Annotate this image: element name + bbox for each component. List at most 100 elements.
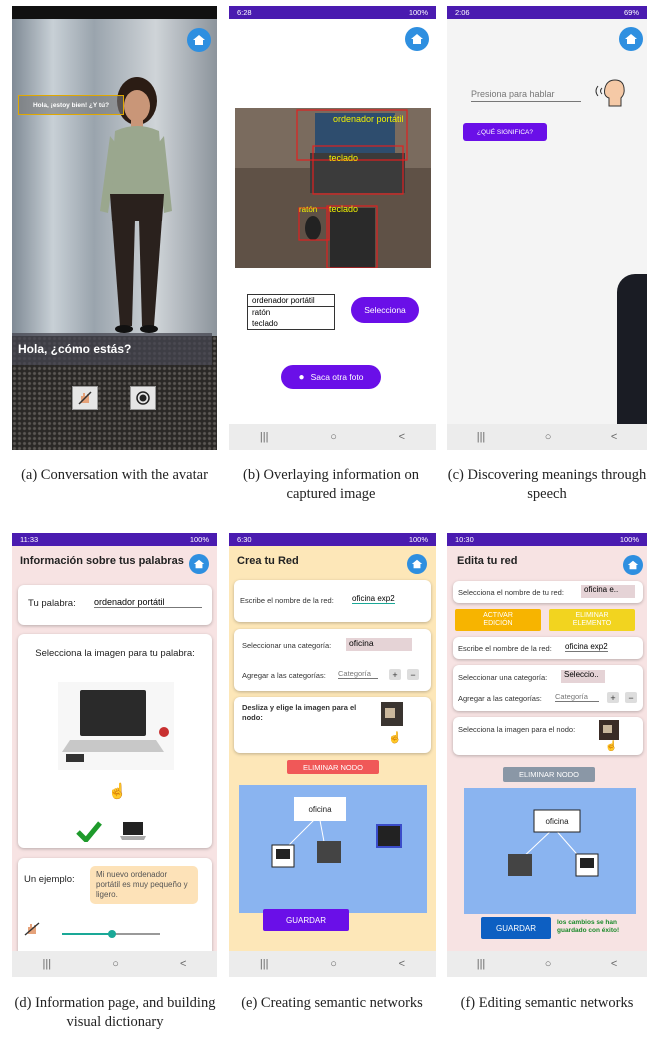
- save-button[interactable]: GUARDAR: [263, 909, 349, 931]
- delete-node-button[interactable]: ELIMINAR NODO: [287, 760, 379, 774]
- label-mouse: ratón: [299, 205, 317, 214]
- home-nav-icon[interactable]: ○: [545, 958, 552, 970]
- add-category-button[interactable]: +: [607, 692, 619, 703]
- checkmark-icon: [76, 821, 102, 842]
- back-icon[interactable]: <: [399, 431, 405, 443]
- network-name-input[interactable]: oficina exp2: [352, 594, 395, 604]
- remove-category-button[interactable]: −: [407, 669, 419, 680]
- avatar-speech-bubble: Hola, ¡estoy bien! ¿Y tú?: [18, 95, 124, 115]
- list-item[interactable]: teclado: [248, 318, 334, 329]
- home-button[interactable]: [623, 555, 643, 575]
- home-nav-icon[interactable]: ○: [330, 958, 337, 970]
- category-select[interactable]: Seleccio..: [561, 670, 605, 683]
- selected-laptop-thumbnail: [120, 822, 146, 840]
- status-battery: 100%: [619, 535, 639, 544]
- recent-apps-icon[interactable]: |||: [260, 431, 269, 443]
- phone-f: 10:30 100% Edita tu red Selecciona el nom…: [447, 533, 647, 977]
- android-nav-bar: ||| ○ <: [447, 951, 647, 977]
- word-card: Tu palabra: ordenador portátil: [18, 585, 212, 625]
- home-button[interactable]: [405, 27, 429, 51]
- status-time: 2:06: [455, 8, 470, 17]
- tap-hand-icon[interactable]: ☝: [108, 782, 127, 800]
- category-label: Seleccionar una categoría:: [242, 641, 332, 650]
- word-label: Tu palabra:: [28, 598, 76, 609]
- speaking-head-icon[interactable]: [593, 78, 627, 108]
- back-icon[interactable]: <: [180, 958, 186, 970]
- select-button[interactable]: Selecciona: [351, 297, 419, 323]
- node-image-card: Desliza y elige la imagen para el nodo: …: [234, 697, 431, 753]
- android-nav-bar: ||| ○ <: [447, 424, 647, 450]
- take-photo-label: Saca otra foto: [310, 372, 364, 382]
- label-keyboard: teclado: [329, 153, 358, 163]
- camera-icon: ●: [298, 371, 305, 383]
- category-card: Seleccionar una categoría: Seleccio.. Ag…: [453, 665, 643, 711]
- home-nav-icon[interactable]: ○: [545, 431, 552, 443]
- save-button[interactable]: GUARDAR: [481, 917, 551, 939]
- tap-hand-icon[interactable]: ☝: [605, 741, 617, 752]
- word-input[interactable]: ordenador portátil: [94, 597, 202, 608]
- phone-e: 6:30 100% Crea tu Red Escribe el nombre d…: [229, 533, 436, 977]
- image-prompt: Selecciona la imagen para tu palabra:: [35, 648, 195, 659]
- node-office-photo[interactable]: [317, 841, 341, 863]
- label-keyboard-2: teclado: [329, 204, 358, 214]
- back-icon[interactable]: <: [399, 958, 405, 970]
- meaning-button[interactable]: ¿QUÉ SIGNIFICA?: [463, 123, 547, 141]
- node-image-thumbnail[interactable]: [599, 720, 619, 740]
- mute-hand-icon[interactable]: [24, 922, 40, 936]
- recent-apps-icon[interactable]: |||: [260, 958, 269, 970]
- activate-edit-button[interactable]: ACTIVAR EDICIÓN: [455, 609, 541, 631]
- list-item[interactable]: ordenador portátil: [248, 295, 334, 307]
- home-nav-icon[interactable]: ○: [330, 431, 337, 443]
- remove-category-button[interactable]: −: [625, 692, 637, 703]
- home-button[interactable]: [619, 27, 643, 51]
- network-name-card: Escribe el nombre de la red: oficina exp…: [453, 637, 643, 659]
- category-label: Seleccionar una categoría:: [458, 673, 548, 682]
- save-success-message: los cambios se han guardado con éxito!: [557, 919, 620, 934]
- list-item[interactable]: ratón: [248, 307, 334, 318]
- delete-element-button[interactable]: ELIMINAR ELEMENTO: [549, 609, 635, 631]
- status-time: 11:33: [20, 535, 39, 544]
- laptop-image[interactable]: [58, 682, 174, 770]
- central-node-label: oficina: [308, 805, 332, 814]
- recent-apps-icon[interactable]: |||: [477, 958, 486, 970]
- home-button[interactable]: [189, 554, 209, 574]
- tap-hand-icon[interactable]: ☝: [388, 731, 402, 744]
- take-photo-button[interactable]: ● Saca otra foto: [281, 365, 381, 389]
- mute-hand-icon: [78, 391, 92, 405]
- category-select[interactable]: oficina: [346, 638, 412, 651]
- slider-thumb[interactable]: [108, 930, 116, 938]
- status-battery: 100%: [189, 535, 209, 544]
- back-icon[interactable]: <: [611, 431, 617, 443]
- example-card: Un ejemplo: Mi nuevo ordenador portátil …: [18, 858, 212, 958]
- home-button[interactable]: [407, 554, 427, 574]
- status-time: 6:28: [237, 8, 252, 17]
- add-category-button[interactable]: +: [389, 669, 401, 680]
- record-button[interactable]: [130, 386, 156, 410]
- category-card: Seleccionar una categoría: oficina Agreg…: [234, 629, 431, 691]
- back-icon[interactable]: <: [611, 958, 617, 970]
- network-canvas[interactable]: oficina: [464, 788, 636, 914]
- central-node-label: oficina: [545, 817, 569, 826]
- add-category-input[interactable]: Categoría: [555, 692, 599, 702]
- add-category-input[interactable]: Categoría: [338, 669, 378, 679]
- node-floating[interactable]: [376, 824, 402, 848]
- network-canvas[interactable]: oficina: [239, 785, 427, 913]
- node-office-photo[interactable]: [508, 854, 532, 876]
- recent-apps-icon[interactable]: |||: [477, 431, 486, 443]
- delete-node-button[interactable]: ELIMINAR NODO: [503, 767, 595, 782]
- record-icon: [136, 391, 150, 405]
- network-name-card: Escribe el nombre de la red: oficina exp…: [234, 580, 431, 622]
- page-title: Edita tu red: [457, 555, 518, 567]
- object-list: ordenador portátil ratón teclado: [247, 294, 335, 330]
- caption-f: (f) Editing semantic networks: [460, 995, 634, 1011]
- select-name-dropdown[interactable]: oficina e..: [581, 585, 635, 598]
- recent-apps-icon[interactable]: |||: [43, 958, 52, 970]
- mute-toggle[interactable]: [72, 386, 98, 410]
- speak-input[interactable]: Presiona para hablar: [471, 89, 581, 102]
- page-title: Información sobre tus palabras: [20, 555, 184, 567]
- network-name-input[interactable]: oficina exp2: [565, 642, 608, 652]
- home-nav-icon[interactable]: ○: [112, 958, 119, 970]
- avatar: [100, 77, 172, 333]
- speed-slider[interactable]: [62, 930, 160, 938]
- node-image-thumbnail[interactable]: [381, 702, 403, 726]
